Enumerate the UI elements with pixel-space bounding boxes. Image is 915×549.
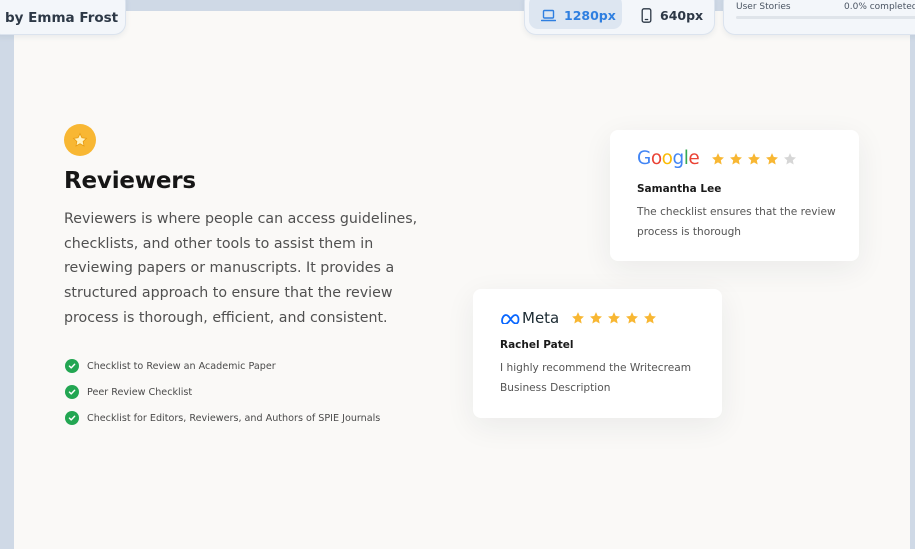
star-rating — [571, 311, 657, 325]
star-icon — [590, 312, 603, 324]
star-icon — [748, 153, 761, 165]
checklist-item-label: Checklist for Editors, Reviewers, and Au… — [87, 412, 381, 424]
meta-logo: Meta — [500, 309, 559, 327]
checklist-item-label: Checklist to Review an Academic Paper — [87, 360, 276, 372]
section-title: Reviewers — [64, 168, 196, 194]
review-header: Meta — [500, 309, 657, 327]
star-icon — [784, 153, 797, 165]
reviewer-name: Samantha Lee — [637, 183, 722, 195]
review-text: I highly recommend the Writecream Busine… — [500, 362, 692, 394]
device-desktop-label: 1280px — [564, 7, 616, 23]
review-text: The checklist ensures that the review pr… — [637, 206, 836, 238]
author-name: by Emma Frost — [5, 10, 119, 26]
star-icon — [608, 312, 621, 324]
device-desktop-button[interactable]: 1280px — [529, 0, 622, 29]
star-icon — [626, 312, 639, 324]
review-card-google: Google Samantha Lee The checklist ensure… — [610, 130, 859, 261]
section-badge — [64, 124, 96, 156]
checklist: Checklist to Review an Academic Paper Pe… — [65, 353, 380, 431]
review-card-meta: Meta Rachel Patel I highly recommend the… — [473, 289, 722, 418]
checklist-item-label: Peer Review Checklist — [87, 386, 193, 398]
laptop-icon — [541, 9, 556, 21]
star-icon — [766, 153, 779, 165]
google-logo: Google — [637, 148, 700, 169]
star-rating — [711, 152, 797, 166]
star-icon — [644, 312, 657, 324]
progress-label: User Stories — [736, 2, 791, 12]
star-icon — [712, 153, 725, 165]
mobile-icon — [641, 7, 652, 23]
reviewer-name: Rachel Patel — [500, 339, 574, 351]
review-header: Google — [637, 149, 797, 169]
device-mobile-button[interactable]: 640px — [629, 0, 711, 29]
checklist-item: Peer Review Checklist — [65, 379, 380, 405]
star-icon — [730, 153, 743, 165]
meta-infinity-icon — [501, 313, 520, 324]
progress-percent: 0.0% completed — [844, 2, 915, 12]
check-circle-icon — [65, 385, 79, 399]
progress-chip: User Stories 0.0% completed — [723, 0, 915, 35]
device-mobile-label: 640px — [660, 7, 704, 23]
progress-bar — [736, 16, 915, 19]
check-circle-icon — [65, 411, 79, 425]
star-icon — [72, 132, 88, 147]
star-icon — [572, 312, 585, 324]
author-chip: by Emma Frost — [0, 0, 126, 35]
meta-wordmark: Meta — [522, 309, 560, 327]
checklist-item: Checklist to Review an Academic Paper — [65, 353, 380, 379]
checklist-item: Checklist for Editors, Reviewers, and Au… — [65, 405, 380, 431]
device-switcher: 1280px 640px — [524, 0, 715, 35]
section-description: Reviewers is where people can access gui… — [64, 211, 418, 326]
check-circle-icon — [65, 359, 79, 373]
